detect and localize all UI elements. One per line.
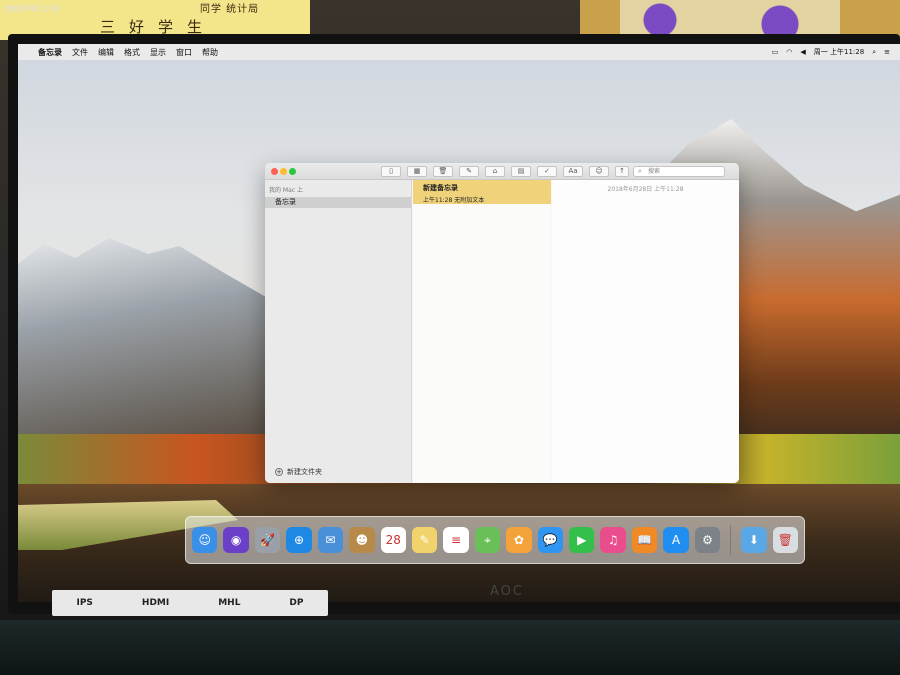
volume-icon[interactable]: ◀ bbox=[800, 48, 805, 56]
dock-messages-icon[interactable]: 💬 bbox=[537, 527, 564, 553]
new-folder-button[interactable]: + 新建文件夹 bbox=[275, 467, 322, 477]
desk-surface bbox=[0, 620, 900, 675]
dock-finder-icon[interactable]: ☺ bbox=[192, 527, 218, 553]
dock-reminders-icon[interactable]: ≡ bbox=[443, 527, 469, 553]
lock-icon[interactable]: ⌂ bbox=[485, 166, 505, 177]
search-placeholder: 搜索 bbox=[648, 168, 661, 175]
dock: ☺ ◉ 🚀 ⊕ ✉ ☻ 28 ✎ ≡ ⌖ ✿ 💬 ▶ ♫ 📖 A ⚙ ⬇ 🗑 bbox=[185, 516, 805, 564]
menu-format[interactable]: 格式 bbox=[124, 47, 140, 58]
dock-safari-icon[interactable]: ⊕ bbox=[286, 527, 312, 553]
ips-logo: IPS bbox=[76, 598, 93, 608]
certificate-caption: 同学 统计局 bbox=[200, 4, 260, 15]
dock-calendar-icon[interactable]: 28 bbox=[380, 527, 406, 553]
search-input[interactable]: ⌕ 搜索 bbox=[633, 166, 725, 177]
menu-help[interactable]: 帮助 bbox=[202, 47, 218, 58]
monitor-sticker: IPS HDMI MHL DP bbox=[52, 590, 328, 616]
menu-app-notes[interactable]: 备忘录 bbox=[38, 47, 62, 58]
gallery-view-icon[interactable]: ▦ bbox=[407, 166, 427, 177]
sidebar-item-notes[interactable]: 备忘录 bbox=[265, 197, 411, 208]
wallpaper-mountain-left bbox=[18, 238, 278, 434]
dock-system-preferences-icon[interactable]: ⚙ bbox=[694, 527, 721, 553]
dock-separator bbox=[730, 525, 732, 555]
wifi-icon[interactable]: ◠ bbox=[786, 48, 792, 56]
plus-icon: + bbox=[275, 468, 283, 476]
menu-window[interactable]: 窗口 bbox=[176, 47, 192, 58]
airplay-icon[interactable]: ▭ bbox=[772, 48, 779, 56]
new-note-icon[interactable]: ✎ bbox=[459, 166, 479, 177]
note-date: 2018年6月28日 上午11:28 bbox=[607, 186, 684, 193]
dock-siri-icon[interactable]: ◉ bbox=[223, 527, 249, 553]
dock-maps-icon[interactable]: ⌖ bbox=[474, 527, 501, 553]
dock-notes-icon[interactable]: ✎ bbox=[411, 527, 438, 553]
folders-sidebar: 我的 Mac 上 备忘录 + 新建文件夹 bbox=[265, 180, 412, 483]
status-menus: ▭ ◠ ◀ 周一 上午11:28 ⌕ ≡ bbox=[772, 47, 900, 57]
minimize-button[interactable] bbox=[280, 168, 287, 175]
menu-view[interactable]: 显示 bbox=[150, 47, 166, 58]
monitor-brand-logo: AOC bbox=[490, 584, 524, 599]
format-icon[interactable]: Aa bbox=[563, 166, 583, 177]
spotlight-icon[interactable]: ⌕ bbox=[872, 48, 876, 57]
dock-mail-icon[interactable]: ✉ bbox=[317, 527, 344, 553]
sidebar-toggle-icon[interactable]: ▯ bbox=[381, 166, 401, 177]
note-meta: 上午11:28 无附加文本 bbox=[423, 197, 485, 204]
dock-downloads-icon[interactable]: ⬇ bbox=[741, 527, 767, 553]
share-icon[interactable]: ↑ bbox=[615, 166, 629, 177]
dock-contacts-icon[interactable]: ☻ bbox=[349, 527, 375, 553]
dock-trash-icon[interactable]: 🗑 bbox=[772, 527, 798, 553]
menu-edit[interactable]: 编辑 bbox=[98, 47, 114, 58]
dock-photos-icon[interactable]: ✿ bbox=[506, 527, 532, 553]
window-toolbar: ▯ ▦ 🗑 ✎ ⌂ ▤ ✓ Aa ☺ ↑ ⌕ 搜索 bbox=[265, 163, 739, 180]
clock[interactable]: 周一 上午11:28 bbox=[814, 47, 864, 57]
sidebar-section-header: 我的 Mac 上 bbox=[269, 187, 303, 194]
menu-bar: 备忘录 文件 编辑 格式 显示 窗口 帮助 ▭ ◠ ◀ 周一 上午11:28 ⌕… bbox=[18, 44, 900, 60]
table-icon[interactable]: ▤ bbox=[511, 166, 531, 177]
add-people-icon[interactable]: ☺ bbox=[589, 166, 609, 177]
zoom-button[interactable] bbox=[289, 168, 296, 175]
new-folder-label: 新建文件夹 bbox=[287, 468, 322, 476]
mac-desktop: 备忘录 文件 编辑 格式 显示 窗口 帮助 ▭ ◠ ◀ 周一 上午11:28 ⌕… bbox=[18, 44, 900, 602]
list-item[interactable]: 新建备忘录 上午11:28 无附加文本 bbox=[413, 180, 551, 204]
dock-launchpad-icon[interactable]: 🚀 bbox=[254, 527, 281, 553]
close-button[interactable] bbox=[271, 168, 278, 175]
photo-watermark: 老板那苹果工作室 bbox=[4, 5, 60, 13]
search-icon: ⌕ bbox=[638, 167, 642, 175]
mhl-logo: MHL bbox=[218, 598, 241, 608]
notes-window: ▯ ▦ 🗑 ✎ ⌂ ▤ ✓ Aa ☺ ↑ ⌕ 搜索 我的 Mac 上 备忘录 +… bbox=[265, 163, 739, 483]
hdmi-logo: HDMI bbox=[141, 598, 170, 608]
note-list: 新建备忘录 上午11:28 无附加文本 bbox=[413, 180, 551, 483]
dp-logo: DP bbox=[289, 598, 304, 608]
delete-note-icon[interactable]: 🗑 bbox=[433, 166, 453, 177]
dock-app-store-icon[interactable]: A bbox=[663, 527, 689, 553]
note-editor[interactable]: 2018年6月28日 上午11:28 bbox=[552, 180, 739, 483]
dock-itunes-icon[interactable]: ♫ bbox=[600, 527, 626, 553]
menu-file[interactable]: 文件 bbox=[72, 47, 88, 58]
note-title: 新建备忘录 bbox=[423, 184, 458, 192]
notification-center-icon[interactable]: ≡ bbox=[884, 48, 890, 56]
dock-facetime-icon[interactable]: ▶ bbox=[569, 527, 595, 553]
dock-ibooks-icon[interactable]: 📖 bbox=[631, 527, 658, 553]
checklist-icon[interactable]: ✓ bbox=[537, 166, 557, 177]
